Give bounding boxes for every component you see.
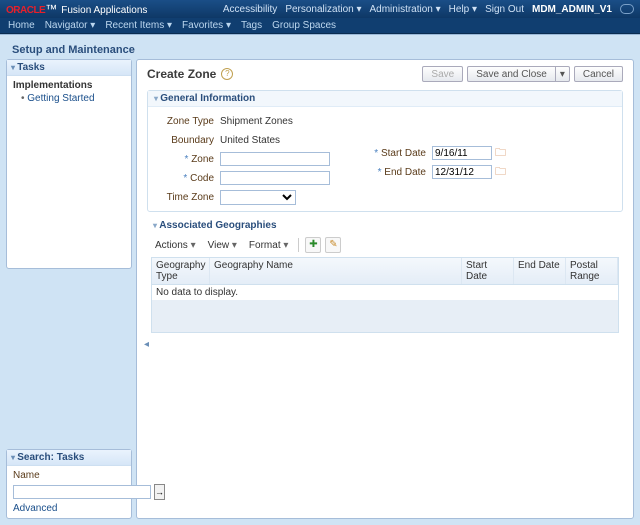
task-getting-started[interactable]: Getting Started [21, 93, 125, 104]
nav-home[interactable]: Home [8, 20, 35, 31]
page-title: Setup and Maintenance [6, 41, 634, 59]
tasks-heading: Implementations [13, 80, 125, 91]
region-title: Create Zone [147, 67, 216, 81]
nav-tags[interactable]: Tags [241, 20, 262, 31]
help-icon[interactable]: ? [221, 68, 233, 80]
nav-favorites[interactable]: Favorites [182, 20, 231, 31]
col-end-date[interactable]: End Date [514, 258, 566, 284]
geo-toolbar: Actions View Format ✚ ✎ [151, 235, 619, 255]
zone-label: Zone [158, 154, 214, 165]
time-zone-select[interactable] [220, 190, 296, 205]
end-date-label: End Date [370, 167, 426, 178]
search-advanced-link[interactable]: Advanced [13, 503, 125, 514]
zone-type-value: Shipment Zones [220, 116, 293, 127]
start-date-label: Start Date [370, 148, 426, 159]
global-header: ORACLE™Fusion Applications Accessibility… [0, 0, 640, 18]
view-menu[interactable]: View [204, 239, 241, 252]
tasks-panel: Tasks Implementations Getting Started [6, 59, 132, 269]
separator [298, 238, 299, 252]
search-panel-header[interactable]: Search: Tasks [7, 450, 131, 466]
format-menu[interactable]: Format [245, 239, 292, 252]
calendar-icon[interactable]: 🗀 [495, 146, 509, 160]
associated-geographies-section: Associated Geographies Actions View Form… [147, 218, 623, 335]
nav-recent-items[interactable]: Recent Items [105, 20, 172, 31]
search-go-button[interactable]: → [154, 484, 165, 500]
grid-empty-message: No data to display. [152, 285, 618, 300]
start-date-input[interactable] [432, 146, 492, 160]
grid-header-row: Geography Type Geography Name Start Date… [152, 258, 618, 285]
nav-group-spaces[interactable]: Group Spaces [272, 20, 336, 31]
save-and-close-button[interactable]: Save and Close [467, 66, 556, 82]
general-information-section: General Information Zone Type Shipment Zo… [147, 90, 623, 212]
boundary-label: Boundary [158, 135, 214, 146]
zone-type-label: Zone Type [158, 116, 214, 127]
search-name-label: Name [13, 470, 41, 481]
actions-menu[interactable]: Actions [151, 239, 200, 252]
save-button[interactable]: Save [422, 66, 463, 82]
collapse-handle-icon[interactable]: ◂ [144, 339, 149, 350]
time-zone-label: Time Zone [158, 192, 214, 203]
help-menu[interactable]: Help [449, 4, 477, 15]
administration-menu[interactable]: Administration [370, 4, 441, 15]
search-name-input[interactable] [13, 485, 151, 499]
col-start-date[interactable]: Start Date [462, 258, 514, 284]
code-label: Code [158, 173, 214, 184]
col-geography-name[interactable]: Geography Name [210, 258, 462, 284]
general-information-header[interactable]: General Information [148, 91, 622, 107]
code-input[interactable] [220, 171, 330, 185]
associated-geographies-header[interactable]: Associated Geographies [147, 218, 623, 233]
col-postal-range[interactable]: Postal Range [566, 258, 618, 284]
end-date-input[interactable] [432, 165, 492, 179]
brand-logo: ORACLE™Fusion Applications [6, 2, 147, 16]
cancel-button[interactable]: Cancel [574, 66, 623, 82]
save-and-close-menu[interactable]: ▾ [556, 66, 570, 82]
calendar-icon[interactable]: 🗀 [495, 165, 509, 179]
geo-grid: Geography Type Geography Name Start Date… [151, 257, 619, 333]
global-links: Accessibility Personalization Administra… [223, 4, 634, 15]
zone-input[interactable] [220, 152, 330, 166]
boundary-value: United States [220, 135, 280, 146]
grid-filler [152, 300, 618, 332]
edit-icon[interactable]: ✎ [325, 237, 341, 253]
personalization-menu[interactable]: Personalization [285, 4, 361, 15]
sign-out-link[interactable]: Sign Out [485, 4, 524, 15]
col-geography-type[interactable]: Geography Type [152, 258, 210, 284]
primary-nav: Home Navigator Recent Items Favorites Ta… [0, 18, 640, 34]
tasks-panel-header[interactable]: Tasks [7, 60, 131, 76]
main-content: Create Zone ? Save Save and Close ▾ Canc… [136, 59, 634, 519]
oracle-o-icon [620, 4, 634, 14]
accessibility-link[interactable]: Accessibility [223, 4, 277, 15]
user-name: MDM_ADMIN_V1 [532, 4, 612, 15]
nav-navigator[interactable]: Navigator [45, 20, 96, 31]
add-icon[interactable]: ✚ [305, 237, 321, 253]
search-tasks-panel: Search: Tasks Name → Advanced [6, 449, 132, 519]
